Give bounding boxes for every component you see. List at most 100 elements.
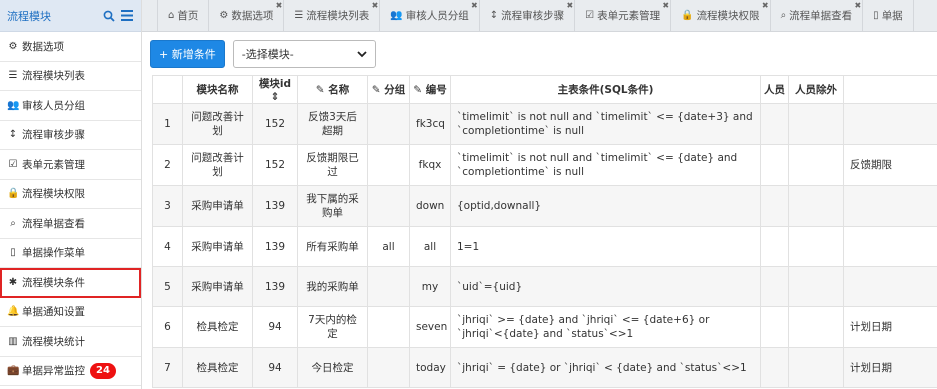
users-icon: 👥 bbox=[7, 99, 20, 111]
table-cell bbox=[788, 347, 844, 388]
table-cell: 2 bbox=[152, 144, 183, 186]
table-cell: 问题改善计划 bbox=[182, 144, 253, 186]
lock-icon: 🔒 bbox=[681, 10, 694, 21]
search-icon[interactable] bbox=[102, 9, 116, 23]
column-header: 模块名称 bbox=[182, 75, 253, 104]
close-icon[interactable]: ✖ bbox=[854, 1, 861, 10]
step-icon: ↕ bbox=[489, 10, 499, 21]
table-cell bbox=[367, 266, 410, 307]
tab[interactable]: 🔒 流程模块权限 ✖ bbox=[671, 0, 771, 31]
tab[interactable]: ☰ 流程模块列表 ✖ bbox=[284, 0, 381, 31]
table-cell: 6 bbox=[152, 306, 183, 348]
chevron-down-icon bbox=[357, 48, 367, 61]
sidebar-item-label: 流程模块列表 bbox=[22, 70, 85, 83]
sidebar-item-label: 流程模块权限 bbox=[22, 188, 85, 201]
sidebar-item[interactable]: ⚙ 数据选项 bbox=[0, 32, 141, 62]
column-header[interactable]: 模块id ⇕ bbox=[252, 75, 298, 104]
sidebar-item[interactable]: ▯ 单据操作菜单 bbox=[0, 239, 141, 268]
table-cell: 3 bbox=[152, 185, 183, 227]
table-cell: 我下属的采购单 bbox=[297, 185, 368, 227]
sidebar-item[interactable]: 👥 审核人员分组 bbox=[0, 91, 141, 121]
asterisk-icon: ✱ bbox=[8, 276, 18, 288]
tab[interactable]: ⌂ 首页 bbox=[158, 0, 210, 31]
table-cell: 94 bbox=[252, 306, 298, 348]
table-cell bbox=[367, 144, 410, 186]
table-cell: 139 bbox=[252, 266, 298, 307]
sidebar-item[interactable]: 🔒 流程模块权限 bbox=[0, 180, 141, 209]
tab[interactable]: ⌕ 流程单据查看 ✖ bbox=[771, 0, 864, 31]
column-header: 人员除外 bbox=[788, 75, 844, 104]
table-cell: 采购申请单 bbox=[182, 185, 253, 227]
table-cell bbox=[788, 266, 844, 307]
table-cell bbox=[760, 306, 789, 348]
column-header: ✎ 编号 bbox=[409, 75, 451, 104]
tab-label: 流程模块列表 bbox=[306, 10, 370, 22]
table-cell bbox=[367, 306, 410, 348]
tab[interactable]: ☑ 表单元素管理 ✖ bbox=[575, 0, 672, 31]
sidebar-item-label: 审核人员分组 bbox=[22, 99, 85, 112]
module-select-value: -选择模块- bbox=[241, 48, 294, 61]
tab-label: 流程模块权限 bbox=[696, 10, 760, 22]
sidebar-item-label: 表单元素管理 bbox=[22, 158, 85, 171]
sidebar-item[interactable]: ☰ 流程模块列表 bbox=[0, 62, 141, 91]
sidebar-item-label: 流程模块条件 bbox=[22, 276, 85, 289]
gear-icon: ⚙ bbox=[8, 40, 18, 52]
table-cell: `timelimit` is not null and `timelimit` … bbox=[450, 103, 761, 145]
tab-scroll-left[interactable] bbox=[142, 0, 158, 31]
table-cell: 反馈期限已过 bbox=[297, 144, 368, 186]
sidebar-item[interactable]: ☑ 表单元素管理 bbox=[0, 150, 141, 180]
table-cell bbox=[367, 185, 410, 227]
tab[interactable]: ▯ 单据 bbox=[863, 0, 914, 31]
tab[interactable]: ↕ 流程审核步骤 ✖ bbox=[480, 0, 576, 31]
table-cell: 139 bbox=[252, 226, 298, 267]
table-cell: 152 bbox=[252, 103, 298, 145]
close-icon[interactable]: ✖ bbox=[372, 1, 379, 10]
menu-icon[interactable] bbox=[120, 9, 134, 23]
table-cell bbox=[788, 185, 844, 227]
table-cell bbox=[367, 103, 410, 145]
table-row[interactable]: 6 检具检定 94 7天内的检定 seven `jhriqi` >= {date} and… bbox=[152, 306, 937, 348]
close-icon[interactable]: ✖ bbox=[762, 1, 769, 10]
conditions-table: 模块名称 模块id ⇕ ✎ 名称 ✎ 分组 ✎ 编号 主表条件(SQL条件) 人员 人员除外 … bbox=[152, 75, 937, 388]
table-row[interactable]: 5 采购申请单 139 我的采购单 my `uid`={uid} bbox=[152, 266, 937, 307]
close-icon[interactable]: ✖ bbox=[566, 1, 573, 10]
table-row[interactable]: 1 问题改善计划 152 反馈3天后超期 fk3cq `timelimit` is not… bbox=[152, 103, 937, 145]
sidebar-item[interactable]: ↕ 流程审核步骤 bbox=[0, 121, 141, 150]
column-header: ✎ 分组 bbox=[367, 75, 410, 104]
checkbox-icon: ☑ bbox=[585, 10, 595, 21]
sidebar-item[interactable]: ⌕ 流程单据查看 bbox=[0, 209, 141, 239]
table-row[interactable]: 7 检具检定 94 今日检定 today `jhriqi` = {date} or `jh… bbox=[152, 347, 937, 388]
table-row[interactable]: 3 采购申请单 139 我下属的采购单 down {optid,downall} bbox=[152, 185, 937, 227]
sidebar-item[interactable]: 🔔 单据通知设置 bbox=[0, 298, 141, 327]
table-cell: {optid,downall} bbox=[450, 185, 761, 227]
table-row[interactable]: 2 问题改善计划 152 反馈期限已过 fkqx `timelimit` is not n… bbox=[152, 144, 937, 186]
tab-label: 审核人员分组 bbox=[405, 10, 469, 22]
table-cell bbox=[760, 103, 789, 145]
table-cell: 我的采购单 bbox=[297, 266, 368, 307]
tab[interactable]: ⚙ 数据选项 ✖ bbox=[209, 0, 285, 31]
close-icon[interactable]: ✖ bbox=[662, 1, 669, 10]
table-cell: 所有采购单 bbox=[297, 226, 368, 267]
table-cell: 139 bbox=[252, 185, 298, 227]
sidebar-item[interactable]: 💼 单据异常监控 24 bbox=[0, 357, 141, 386]
table-cell: `jhriqi` = {date} or `jhriqi` < {date} a… bbox=[450, 347, 761, 388]
table-cell: 反馈3天后超期 bbox=[297, 103, 368, 145]
table-cell: 计划日期 bbox=[843, 306, 937, 348]
conditions-table-wrap: 模块名称 模块id ⇕ ✎ 名称 ✎ 分组 ✎ 编号 主表条件(SQL条件) 人员 人员除外 … bbox=[152, 75, 937, 389]
table-cell: all bbox=[367, 226, 410, 267]
column-header bbox=[843, 75, 937, 104]
module-select[interactable]: -选择模块- bbox=[232, 40, 376, 68]
sidebar-item[interactable]: ✱ 流程模块条件 bbox=[0, 268, 141, 298]
table-cell: 152 bbox=[252, 144, 298, 186]
list-icon: ☰ bbox=[8, 70, 18, 82]
sidebar-item-label: 流程模块统计 bbox=[22, 335, 85, 348]
close-icon[interactable]: ✖ bbox=[471, 1, 478, 10]
close-icon[interactable]: ✖ bbox=[276, 1, 283, 10]
column-header: 人员 bbox=[760, 75, 789, 104]
search-icon: ⌕ bbox=[780, 10, 787, 21]
table-row[interactable]: 4 采购申请单 139 所有采购单 all all 1=1 bbox=[152, 226, 937, 267]
alert-count-badge: 24 bbox=[90, 362, 116, 379]
add-condition-button[interactable]: + 新增条件 bbox=[150, 40, 225, 68]
tab[interactable]: 👥 审核人员分组 ✖ bbox=[380, 0, 480, 31]
sidebar-item[interactable]: ▥ 流程模块统计 bbox=[0, 327, 141, 357]
